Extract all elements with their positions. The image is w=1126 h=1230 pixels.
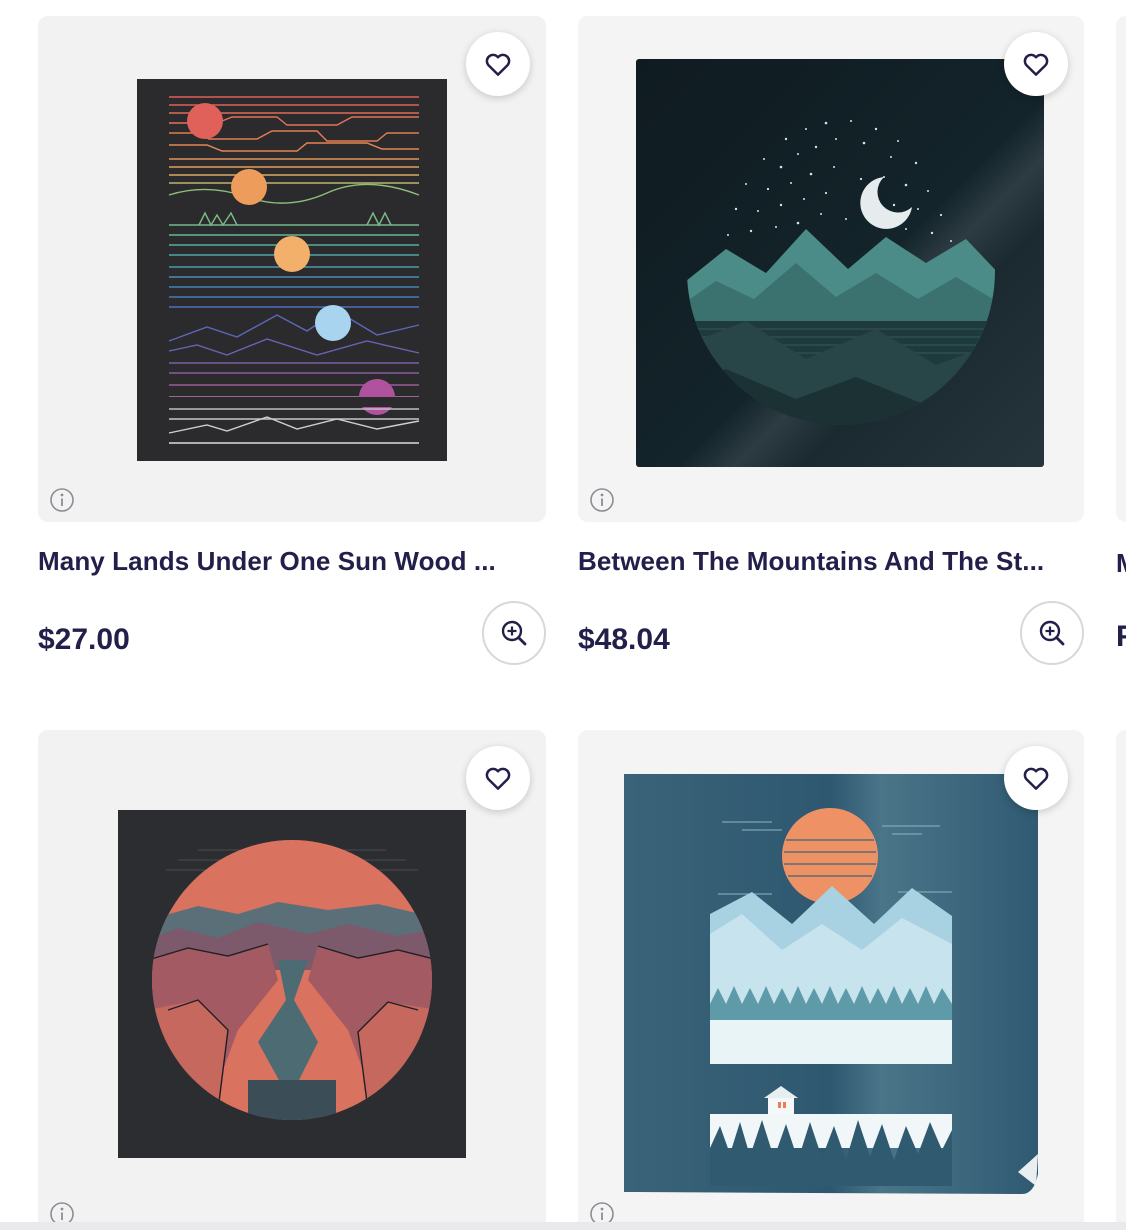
bottom-edge [0,1222,1126,1230]
product-card[interactable]: Many Lands Under One Sun Wood ... $27.00 [38,16,546,665]
product-grid: Many Lands Under One Sun Wood ... $27.00 [0,0,1126,1230]
partial-product-title[interactable]: M [1116,548,1126,579]
heart-icon [485,53,511,76]
partial-product-image[interactable] [1116,16,1126,522]
favorite-button[interactable] [466,746,530,810]
heart-icon [485,767,511,790]
product-card[interactable] [38,730,546,1230]
zoom-button[interactable] [1020,601,1084,665]
canyon-artwork [118,810,466,1158]
zoom-in-icon [501,620,527,646]
product-card[interactable] [578,730,1084,1230]
partial-product-image[interactable] [1116,730,1126,1230]
mountain-cabin-artwork [624,774,1038,1194]
between-mountains-artwork [636,59,1044,467]
heart-icon [1023,53,1049,76]
product-image[interactable] [38,16,546,522]
product-title[interactable]: Between The Mountains And The St... [578,546,1084,577]
product-image[interactable] [38,730,546,1230]
zoom-button[interactable] [482,601,546,665]
product-title[interactable]: Many Lands Under One Sun Wood ... [38,546,546,577]
info-icon[interactable] [48,486,76,514]
zoom-in-icon [1039,620,1065,646]
favorite-button[interactable] [1004,746,1068,810]
heart-icon [1023,767,1049,790]
partial-product-price: F [1116,620,1126,653]
product-price: $48.04 [578,623,670,656]
product-card[interactable]: Between The Mountains And The St... $48.… [578,16,1084,665]
many-lands-artwork [137,79,447,461]
product-image[interactable] [578,16,1084,522]
favorite-button[interactable] [1004,32,1068,96]
product-image[interactable] [578,730,1084,1230]
product-price: $27.00 [38,623,130,656]
favorite-button[interactable] [466,32,530,96]
info-icon[interactable] [588,486,616,514]
